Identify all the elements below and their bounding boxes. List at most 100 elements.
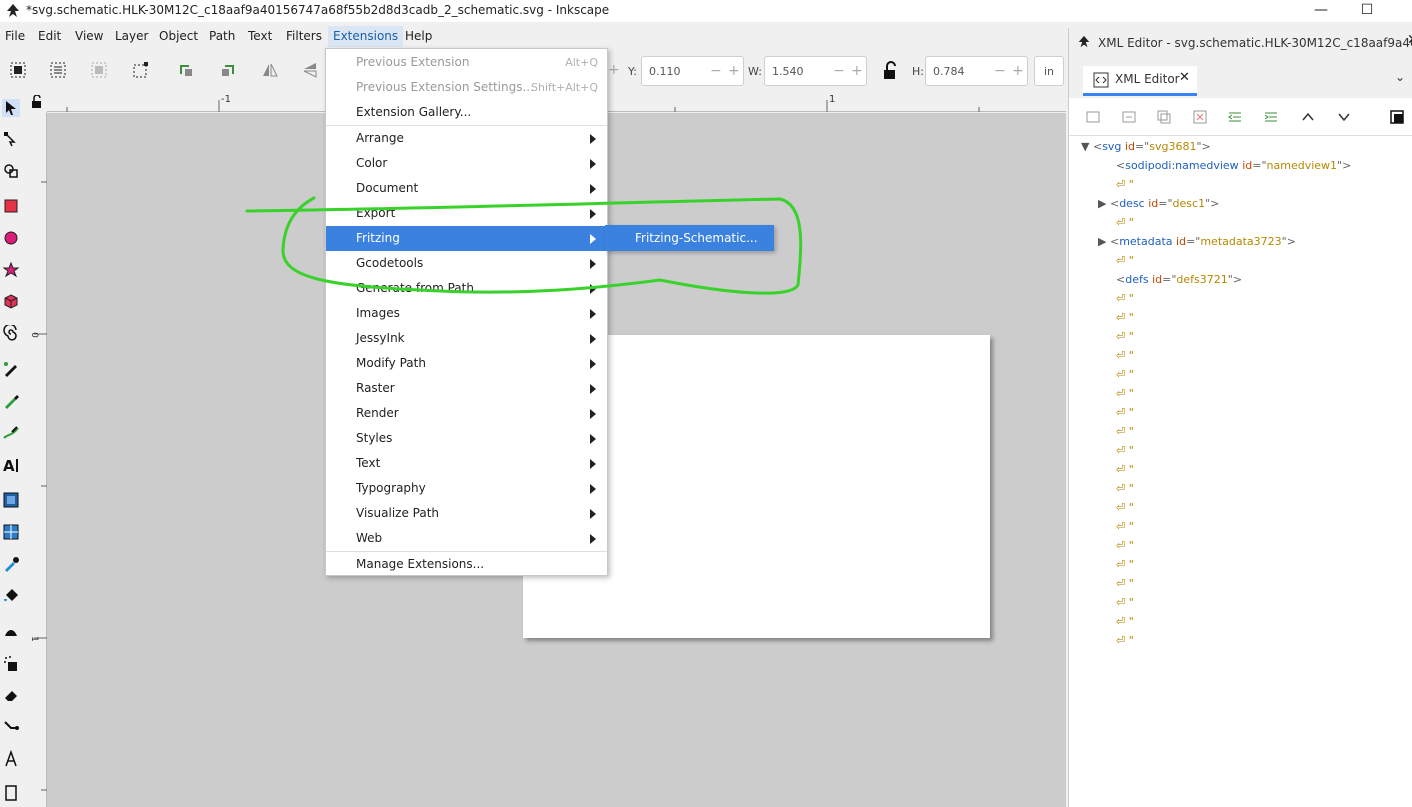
xml-editor-close-icon[interactable]: ✕ — [1407, 32, 1412, 48]
w-increment-icon[interactable]: + — [851, 63, 863, 79]
h-decrement-icon[interactable]: − — [994, 63, 1006, 79]
menu-item-jessyink[interactable]: JessyInk — [326, 326, 607, 351]
menu-view[interactable]: View — [70, 26, 108, 47]
guide-lock-icon[interactable] — [30, 95, 44, 109]
x-field-tail[interactable]: + — [608, 56, 622, 86]
tree-row[interactable]: ▼ <svg id="svg3681"> — [1081, 140, 1211, 153]
menu-item-fritzing[interactable]: Fritzing — [326, 226, 607, 251]
rectangle-tool-icon[interactable] — [2, 197, 20, 215]
text-node[interactable]: ⏎ " — [1116, 349, 1134, 362]
gradient-tool-icon[interactable] — [2, 491, 20, 509]
menu-item-visualize-path[interactable]: Visualize Path — [326, 501, 607, 526]
text-node[interactable]: ⏎ " — [1116, 577, 1134, 590]
eraser-tool-icon[interactable] — [2, 686, 20, 704]
menu-file[interactable]: File — [0, 26, 30, 47]
h-field[interactable]: 0.784 − + — [925, 56, 1028, 86]
maximize-button[interactable]: ☐ — [1344, 0, 1390, 22]
w-field[interactable]: 1.540 − + — [764, 56, 867, 86]
lower-node-icon[interactable] — [1336, 109, 1352, 125]
menu-item-document[interactable]: Document — [326, 176, 607, 201]
y-increment-icon[interactable]: + — [728, 63, 740, 79]
menu-filters[interactable]: Filters — [281, 26, 327, 47]
menu-item-color[interactable]: Color — [326, 151, 607, 176]
text-node[interactable]: ⏎ " — [1116, 463, 1134, 476]
layout-toggle-icon[interactable] — [1389, 109, 1405, 125]
pen-tool-icon[interactable] — [2, 360, 20, 378]
new-text-node-icon[interactable] — [1121, 109, 1137, 125]
star-tool-icon[interactable] — [2, 261, 20, 279]
calligraphy-tool-icon[interactable] — [2, 424, 20, 442]
y-field[interactable]: 0.110 − + — [641, 56, 744, 86]
dropper-tool-icon[interactable] — [2, 555, 20, 573]
text-node[interactable]: ⏎ " — [1116, 330, 1134, 343]
text-node[interactable]: ⏎ " — [1116, 292, 1134, 305]
menu-extensions[interactable]: Extensions — [328, 26, 404, 47]
measure-tool-icon[interactable] — [2, 750, 20, 768]
menu-edit[interactable]: Edit — [33, 26, 66, 47]
menu-item-images[interactable]: Images — [326, 301, 607, 326]
rotate-ccw-icon[interactable] — [176, 60, 196, 80]
pages-tool-icon[interactable] — [2, 784, 20, 802]
tree-row[interactable]: ▶ <desc id="desc1"> — [1098, 197, 1219, 210]
touch-select-icon[interactable] — [130, 60, 150, 80]
text-node[interactable]: ⏎ " — [1116, 615, 1134, 628]
h-increment-icon[interactable]: + — [1012, 63, 1024, 79]
menu-item-generate-from-path[interactable]: Generate from Path — [326, 276, 607, 301]
indent-node-icon[interactable] — [1263, 109, 1279, 125]
unindent-node-icon[interactable] — [1227, 109, 1243, 125]
duplicate-node-icon[interactable] — [1156, 109, 1172, 125]
menu-item-previous-extension-settings[interactable]: Previous Extension Settings... Shift+Alt… — [326, 75, 607, 100]
spiral-tool-icon[interactable] — [2, 325, 20, 343]
w-decrement-icon[interactable]: − — [833, 63, 845, 79]
y-decrement-icon[interactable]: − — [710, 63, 722, 79]
menu-text[interactable]: Text — [243, 26, 277, 47]
menu-item-arrange[interactable]: Arrange — [326, 126, 607, 151]
select-all-layers-icon[interactable] — [48, 60, 68, 80]
menu-item-raster[interactable]: Raster — [326, 376, 607, 401]
lock-icon[interactable] — [880, 61, 900, 81]
text-node[interactable]: ⏎ " — [1116, 558, 1134, 571]
tab-xml-editor[interactable]: XML Editor ✕ — [1083, 66, 1197, 96]
text-node[interactable]: ⏎ " — [1116, 425, 1134, 438]
ellipse-tool-icon[interactable] — [2, 229, 20, 247]
tree-row[interactable]: <defs id="defs3721"> — [1116, 273, 1242, 286]
menu-item-modify-path[interactable]: Modify Path — [326, 351, 607, 376]
minimize-button[interactable]: — — [1298, 0, 1344, 22]
text-node[interactable]: ⏎ " — [1116, 482, 1134, 495]
rotate-cw-icon[interactable] — [218, 60, 238, 80]
select-all-icon[interactable] — [8, 60, 28, 80]
menu-item-manage-extensions[interactable]: Manage Extensions... — [326, 552, 607, 577]
menu-layer[interactable]: Layer — [110, 26, 153, 47]
menu-item-gcodetools[interactable]: Gcodetools — [326, 251, 607, 276]
menu-item-previous-extension[interactable]: Previous Extension Alt+Q — [326, 50, 607, 75]
menu-item-extension-gallery[interactable]: Extension Gallery... — [326, 100, 607, 125]
text-node[interactable]: ⏎ " — [1116, 311, 1134, 324]
text-node[interactable]: ⏎ " — [1116, 216, 1134, 229]
menu-path[interactable]: Path — [204, 26, 240, 47]
paint-bucket-tool-icon[interactable] — [2, 587, 20, 605]
text-node[interactable]: ⏎ " — [1116, 501, 1134, 514]
tweak-tool-icon[interactable] — [2, 622, 20, 640]
flip-horizontal-icon[interactable] — [260, 60, 280, 80]
text-node[interactable]: ⏎ " — [1116, 368, 1134, 381]
text-node[interactable]: ⏎ " — [1116, 539, 1134, 552]
pencil-tool-icon[interactable] — [2, 392, 20, 410]
text-node[interactable]: ⏎ " — [1116, 406, 1134, 419]
text-node[interactable]: ⏎ " — [1116, 634, 1134, 647]
text-node[interactable]: ⏎ " — [1116, 178, 1134, 191]
delete-node-icon[interactable] — [1192, 109, 1208, 125]
shape-builder-tool-icon[interactable] — [2, 162, 20, 180]
menu-item-export[interactable]: Export — [326, 201, 607, 226]
text-tool-icon[interactable]: A — [2, 456, 20, 474]
flip-vertical-icon[interactable] — [300, 60, 320, 80]
node-tool-icon[interactable] — [2, 130, 20, 148]
menu-item-typography[interactable]: Typography — [326, 476, 607, 501]
menu-item-render[interactable]: Render — [326, 401, 607, 426]
menu-item-web[interactable]: Web — [326, 526, 607, 551]
spray-tool-icon[interactable] — [2, 654, 20, 672]
menu-item-fritzing-schematic[interactable]: Fritzing-Schematic... — [605, 225, 774, 251]
menu-item-styles[interactable]: Styles — [326, 426, 607, 451]
new-element-node-icon[interactable] — [1085, 109, 1101, 125]
menu-help[interactable]: Help — [400, 26, 437, 47]
text-node[interactable]: ⏎ " — [1116, 254, 1134, 267]
